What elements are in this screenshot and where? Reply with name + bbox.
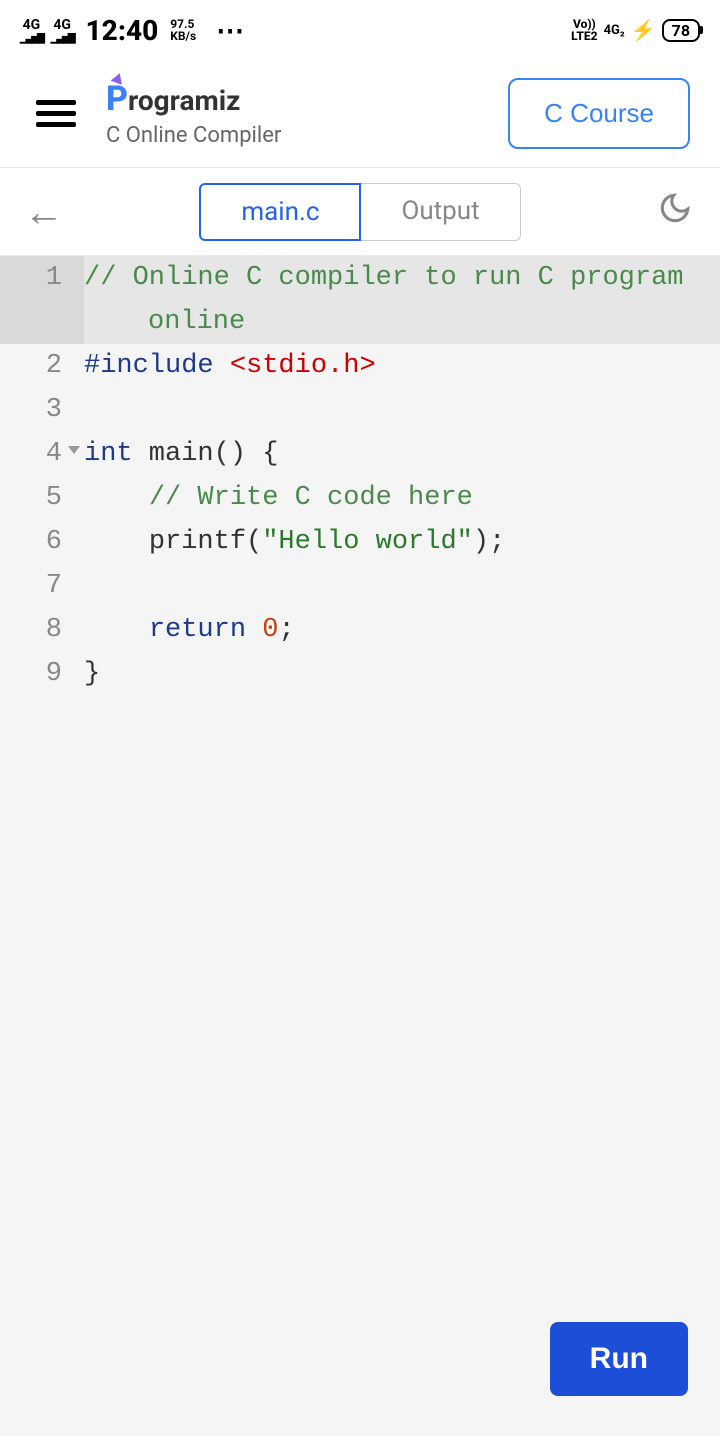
line-number: 8 [0,608,84,652]
code-line[interactable]: 2 #include <stdio.h> [0,344,720,388]
line-number: 7 [0,564,84,608]
menu-icon[interactable] [36,100,76,127]
code-line[interactable]: 6 printf("Hello world"); [0,520,720,564]
line-number: 3 [0,388,84,432]
theme-toggle-icon[interactable] [658,191,692,233]
line-number: 5 [0,476,84,520]
page-subtitle: C Online Compiler [106,123,478,148]
back-arrow-icon[interactable]: ← [24,188,64,235]
app-header: Programiz C Online Compiler C Course [0,60,720,168]
code-line[interactable]: 4 int main() { [0,432,720,476]
tab-bar: ← main.c Output [0,168,720,256]
network-type: 4G₂ [604,23,625,38]
logo: Programiz [106,79,478,119]
volte-icon: Vo)) LTE2 [571,18,597,42]
charging-icon: ⚡ [631,18,656,42]
code-editor[interactable]: 1 // Online C compiler to run C program … [0,256,720,1436]
tabs: main.c Output [199,183,520,241]
clock: 12:40 [86,14,159,47]
run-button[interactable]: Run [550,1322,688,1396]
battery-indicator: 78 [662,19,700,42]
line-number: 1 [0,256,84,344]
brand: Programiz C Online Compiler [106,79,478,148]
status-left: 4G ▁▃▅▇ 4G ▁▃▅▇ 12:40 97.5 KB/s ⋯ [20,14,246,47]
fold-icon[interactable] [68,446,80,454]
more-icon: ⋯ [216,14,246,47]
code-line[interactable]: 1 // Online C compiler to run C program … [0,256,720,344]
net-speed: 97.5 KB/s [170,18,196,42]
code-line[interactable]: 5 // Write C code here [0,476,720,520]
signal-1: 4G ▁▃▅▇ [20,17,43,44]
code-line[interactable]: 9 } [0,652,720,696]
line-number: 4 [0,432,84,476]
course-button[interactable]: C Course [508,78,690,149]
line-number: 9 [0,652,84,696]
tab-output[interactable]: Output [361,183,520,241]
status-bar: 4G ▁▃▅▇ 4G ▁▃▅▇ 12:40 97.5 KB/s ⋯ Vo)) L… [0,0,720,60]
code-line[interactable]: 7 [0,564,720,608]
line-number: 2 [0,344,84,388]
line-number: 6 [0,520,84,564]
signal-2: 4G ▁▃▅▇ [51,17,74,44]
code-line[interactable]: 8 return 0; [0,608,720,652]
code-line[interactable]: 3 [0,388,720,432]
status-right: Vo)) LTE2 4G₂ ⚡ 78 [571,18,700,42]
tab-main-c[interactable]: main.c [199,183,361,241]
